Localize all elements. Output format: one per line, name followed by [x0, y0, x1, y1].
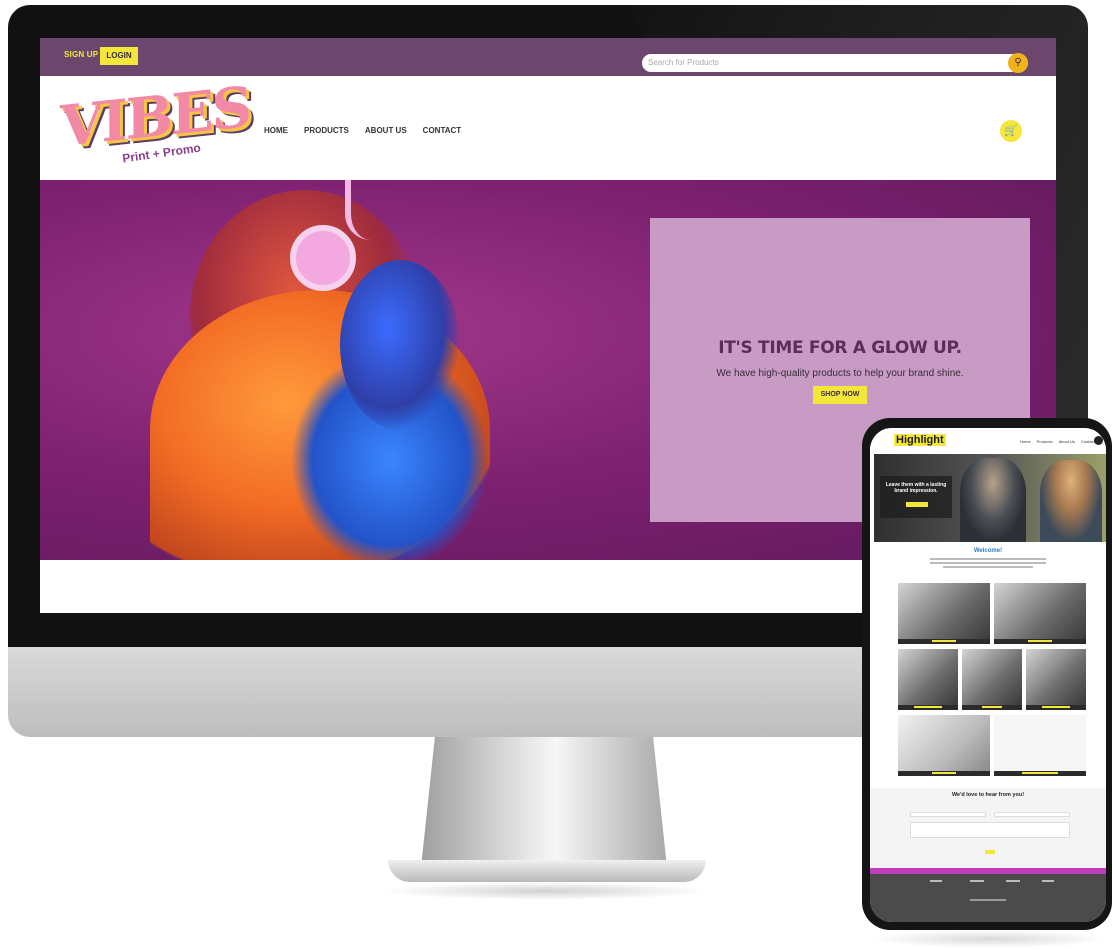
mobile-website: Highlight Home Products About Us Contact…	[870, 428, 1106, 922]
headphones-icon	[290, 225, 356, 291]
imac-stand	[420, 737, 668, 877]
mobile-hero-text: Leave them with a lasting brand impressi…	[885, 482, 947, 494]
welcome-text-line	[930, 558, 1046, 560]
mobile-message-field[interactable]	[910, 822, 1070, 838]
product-tile-label	[932, 640, 956, 642]
product-tile-label	[914, 706, 942, 708]
search-icon[interactable]: ⚲	[1008, 53, 1028, 73]
nav-home[interactable]: HOME	[264, 126, 288, 135]
welcome-text-line	[930, 562, 1046, 564]
mobile-header: Highlight Home Products About Us Contact	[870, 428, 1106, 454]
hero-title: IT'S TIME FOR A GLOW UP.	[718, 338, 962, 358]
product-tile-sustainable[interactable]	[994, 715, 1086, 771]
mobile-hero-woman	[1040, 460, 1102, 542]
mobile-cart-icon[interactable]	[1094, 436, 1103, 445]
mobile-contact-title: We'd love to hear from you!	[951, 792, 1025, 798]
mobile-email-field[interactable]	[910, 812, 986, 817]
mobile-hero-man	[960, 458, 1026, 542]
mobile-nav: Home Products About Us Contact	[1020, 439, 1095, 444]
site-header: VIBES Print + Promo HOME PRODUCTS ABOUT …	[40, 74, 1056, 180]
product-tile-bags[interactable]	[962, 649, 1022, 705]
phone-shadow	[870, 930, 1110, 948]
product-tile-label	[932, 772, 956, 774]
mobile-subject-field[interactable]	[994, 812, 1070, 817]
footer-link[interactable]	[1006, 880, 1020, 882]
product-tile-writing[interactable]	[898, 715, 990, 771]
mobile-send-button[interactable]	[985, 850, 995, 854]
main-nav: HOME PRODUCTS ABOUT US CONTACT	[264, 126, 461, 135]
mobile-nav-home[interactable]: Home	[1020, 439, 1031, 444]
product-tile-accessories[interactable]	[1026, 649, 1086, 705]
imac-base	[388, 860, 706, 882]
mobile-hero-button[interactable]	[906, 502, 928, 507]
welcome-text-line	[943, 566, 1033, 568]
product-tile-label	[1042, 706, 1070, 708]
product-tile-label	[1028, 640, 1052, 642]
footer-link[interactable]	[930, 880, 942, 882]
nav-products[interactable]: PRODUCTS	[304, 126, 349, 135]
mobile-welcome-title: Welcome!	[973, 548, 1003, 554]
hero-person-face	[340, 260, 460, 430]
highlight-logo[interactable]: Highlight	[894, 434, 946, 446]
product-tile-label	[982, 706, 1002, 708]
nav-contact[interactable]: CONTACT	[423, 126, 462, 135]
footer-link[interactable]	[970, 880, 984, 882]
product-tile-apparel[interactable]	[898, 583, 990, 639]
product-tile-tech[interactable]	[898, 649, 958, 705]
mobile-nav-about[interactable]: About Us	[1058, 439, 1074, 444]
mobile-nav-products[interactable]: Products	[1037, 439, 1053, 444]
sign-up-link[interactable]: SIGN UP	[64, 50, 98, 59]
shop-now-button[interactable]: SHOP NOW	[813, 386, 867, 404]
imac-shadow	[380, 882, 710, 900]
hero-subtitle: We have high-quality products to help yo…	[716, 368, 964, 379]
cart-icon[interactable]: 🛒	[1000, 120, 1022, 142]
login-button[interactable]: LOGIN	[100, 47, 138, 65]
product-tile-drinkware[interactable]	[994, 583, 1086, 639]
search-placeholder: Search for Products	[648, 58, 719, 67]
footer-link[interactable]	[1042, 880, 1054, 882]
product-tile-label	[1022, 772, 1058, 774]
footer-copyright	[970, 899, 1006, 901]
mobile-footer	[870, 874, 1106, 922]
nav-about-us[interactable]: ABOUT US	[365, 126, 407, 135]
mobile-nav-contact[interactable]: Contact	[1081, 439, 1095, 444]
